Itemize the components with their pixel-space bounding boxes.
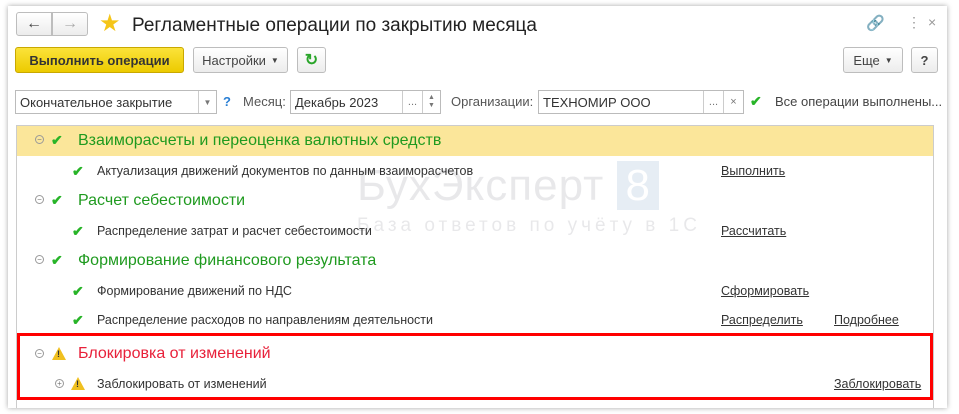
organization-select-button[interactable]: ... bbox=[703, 91, 723, 113]
warning-icon: ! bbox=[52, 347, 66, 360]
lock-link[interactable]: Заблокировать bbox=[834, 377, 921, 391]
group-row[interactable]: − ✔ Расчет себестоимости bbox=[17, 186, 933, 216]
check-icon: ✔ bbox=[72, 283, 84, 299]
list-item[interactable]: + ! Заблокировать от изменений Заблокиро… bbox=[17, 369, 933, 399]
month-select-button[interactable]: ... bbox=[402, 91, 422, 113]
check-icon: ✔ bbox=[51, 192, 63, 208]
refresh-button[interactable]: ↻ bbox=[297, 47, 326, 73]
execute-link[interactable]: Выполнить bbox=[721, 164, 785, 178]
month-label: Месяц: bbox=[243, 94, 286, 109]
check-icon: ✔ bbox=[72, 163, 84, 179]
close-icon[interactable]: × bbox=[928, 14, 936, 30]
status-text: Все операции выполнены... bbox=[775, 94, 943, 109]
month-value: Декабрь 2023 bbox=[295, 94, 379, 110]
page-title: Регламентные операции по закрытию месяца bbox=[132, 15, 537, 36]
details-link[interactable]: Подробнее bbox=[834, 313, 899, 327]
collapse-icon[interactable]: − bbox=[35, 349, 44, 358]
collapse-icon[interactable]: − bbox=[35, 195, 44, 204]
item-label: Актуализация движений документов по данн… bbox=[97, 164, 474, 178]
more-icon[interactable]: ⋮ bbox=[907, 14, 921, 31]
closing-mode-value: Окончательное закрытие bbox=[20, 94, 173, 110]
collapse-icon[interactable]: − bbox=[35, 255, 44, 264]
star-icon[interactable]: ★ bbox=[99, 9, 121, 38]
month-spinner[interactable]: ▲ ▼ bbox=[422, 91, 440, 113]
organization-value: ТЕХНОМИР ООО bbox=[543, 94, 651, 110]
dropdown-icon[interactable]: ▼ bbox=[198, 91, 216, 113]
help-button[interactable]: ? bbox=[911, 47, 938, 73]
collapse-icon[interactable]: − bbox=[35, 135, 44, 144]
group-row[interactable]: − ✔ Взаиморасчеты и переоценка валютных … bbox=[17, 126, 933, 156]
check-icon: ✔ bbox=[750, 93, 762, 109]
item-label: Формирование движений по НДС bbox=[97, 284, 292, 298]
item-label: Заблокировать от изменений bbox=[97, 377, 267, 391]
distribute-link[interactable]: Распределить bbox=[721, 313, 803, 327]
back-button[interactable]: ← bbox=[16, 12, 52, 36]
forward-button[interactable]: → bbox=[52, 12, 88, 36]
check-icon: ✔ bbox=[72, 312, 84, 328]
check-icon: ✔ bbox=[51, 132, 63, 148]
operations-tree: БухЭксперт 8 База ответов по учёту в 1С … bbox=[16, 125, 934, 408]
chevron-down-icon: ▼ bbox=[884, 55, 893, 65]
more-label: Еще bbox=[853, 52, 880, 68]
organizations-label: Организации: bbox=[451, 94, 534, 109]
window: ← → ★ Регламентные операции по закрытию … bbox=[8, 6, 947, 408]
generate-link[interactable]: Сформировать bbox=[721, 284, 809, 298]
closing-mode-select[interactable]: Окончательное закрытие ▼ bbox=[15, 90, 217, 114]
run-operations-button[interactable]: Выполнить операции bbox=[15, 47, 184, 73]
help-icon[interactable]: ? bbox=[223, 94, 231, 109]
clear-icon[interactable]: × bbox=[723, 91, 743, 113]
group-title: Расчет себестоимости bbox=[78, 192, 246, 209]
settings-label: Настройки bbox=[202, 52, 266, 68]
group-row[interactable]: − ✔ Формирование финансового результата bbox=[17, 246, 933, 276]
more-button[interactable]: Еще ▼ bbox=[843, 47, 903, 73]
link-icon[interactable]: 🔗 bbox=[866, 14, 885, 32]
list-item[interactable]: ✔ Формирование движений по НДС Сформиров… bbox=[17, 276, 933, 306]
settings-button[interactable]: Настройки ▼ bbox=[193, 47, 288, 73]
item-label: Распределение расходов по направлениям д… bbox=[97, 313, 434, 327]
list-item[interactable]: ✔ Актуализация движений документов по да… bbox=[17, 156, 933, 186]
list-item[interactable]: ✔ Распределение затрат и расчет себестои… bbox=[17, 216, 933, 246]
group-title: Формирование финансового результата bbox=[78, 252, 377, 269]
organization-field[interactable]: ТЕХНОМИР ООО ... × bbox=[538, 90, 744, 114]
check-icon: ✔ bbox=[72, 223, 84, 239]
calculate-link[interactable]: Рассчитать bbox=[721, 224, 786, 238]
group-row[interactable]: − ! Блокировка от изменений bbox=[17, 339, 933, 369]
expand-icon[interactable]: + bbox=[55, 379, 64, 388]
group-title: Взаиморасчеты и переоценка валютных сред… bbox=[78, 132, 442, 149]
group-title: Блокировка от изменений bbox=[78, 345, 271, 362]
month-field[interactable]: Декабрь 2023 ... ▲ ▼ bbox=[290, 90, 441, 114]
chevron-down-icon: ▼ bbox=[270, 55, 279, 65]
item-label: Распределение затрат и расчет себестоимо… bbox=[97, 224, 372, 238]
check-icon: ✔ bbox=[51, 252, 63, 268]
warning-icon: ! bbox=[71, 377, 85, 390]
list-item[interactable]: ✔ Распределение расходов по направлениям… bbox=[17, 305, 933, 335]
